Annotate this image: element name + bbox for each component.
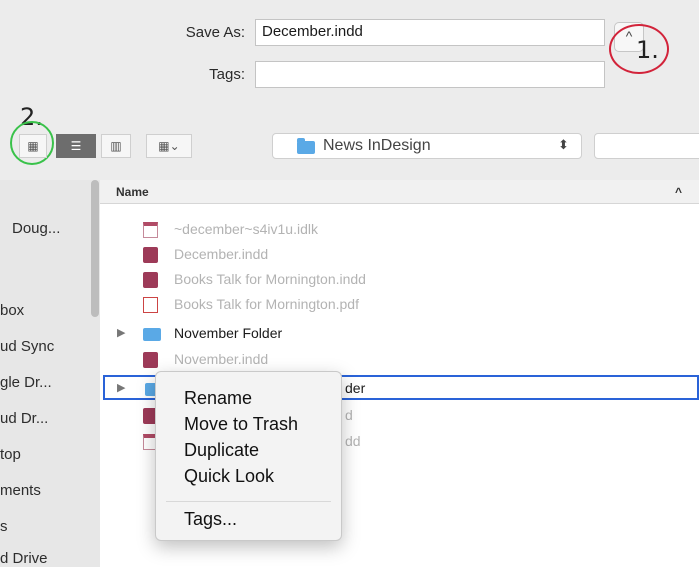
sidebar-item[interactable]: gle Dr... — [0, 374, 52, 391]
sidebar-item[interactable]: d Drive — [0, 550, 48, 567]
location-popup[interactable]: News InDesign ⬍ — [272, 133, 582, 159]
annotation-label-1: 1. — [636, 36, 659, 64]
indesign-file-icon — [143, 247, 158, 263]
menu-item-duplicate[interactable]: Duplicate — [184, 440, 259, 461]
sidebar-item[interactable]: top — [0, 446, 21, 463]
sort-chevron-icon: ^ — [675, 185, 683, 199]
icon-view-button[interactable]: ▦ — [19, 134, 47, 158]
sidebar-item[interactable]: s — [0, 518, 8, 535]
disclosure-triangle-icon[interactable]: ▶ — [117, 381, 125, 394]
list-icon: ☰ — [70, 139, 82, 153]
column-name-header: Name — [116, 185, 149, 199]
grid-icon: ▦ — [27, 139, 39, 153]
save-as-label: Save As: — [185, 24, 245, 41]
menu-item-move-to-trash[interactable]: Move to Trash — [184, 414, 298, 435]
list-item[interactable]: Books Talk for Mornington.pdf — [100, 293, 699, 317]
indesign-file-icon — [143, 352, 158, 368]
sidebar-scrollbar[interactable] — [91, 180, 99, 317]
filename-field[interactable]: December.indd — [255, 19, 605, 46]
sidebar-item[interactable]: ud Dr... — [0, 410, 48, 427]
list-item[interactable]: November.indd — [100, 348, 699, 372]
sidebar-item[interactable]: ments — [0, 482, 41, 499]
search-input[interactable] — [594, 133, 699, 159]
gallery-view-button[interactable]: ▦⌄ — [146, 134, 192, 158]
folder-icon — [297, 138, 315, 154]
sidebar-item[interactable]: box — [0, 302, 24, 319]
list-item[interactable]: Books Talk for Mornington.indd — [100, 268, 699, 292]
list-item[interactable]: ▶ November Folder — [100, 322, 699, 346]
disclosure-triangle-icon[interactable]: ▶ — [117, 326, 125, 339]
tags-field[interactable] — [255, 61, 605, 88]
tags-label: Tags: — [209, 66, 245, 83]
lock-file-icon — [143, 222, 158, 238]
folder-icon — [143, 328, 161, 341]
stepper-icon: ⬍ — [558, 137, 569, 152]
menu-item-tags[interactable]: Tags... — [184, 509, 237, 530]
list-view-button[interactable]: ☰ — [56, 134, 96, 158]
pdf-file-icon — [143, 297, 158, 313]
indesign-file-icon — [143, 272, 158, 288]
sidebar: Doug... box ud Sync gle Dr... ud Dr... t… — [0, 180, 100, 567]
sidebar-item[interactable]: ud Sync — [0, 338, 54, 355]
columns-icon: ▥ — [110, 139, 122, 153]
menu-item-rename[interactable]: Rename — [184, 388, 252, 409]
menu-item-quick-look[interactable]: Quick Look — [184, 466, 274, 487]
menu-separator — [166, 501, 331, 502]
context-menu: Rename Move to Trash Duplicate Quick Loo… — [155, 371, 342, 541]
list-item[interactable]: ~december~s4iv1u.idlk — [100, 218, 699, 242]
sidebar-item[interactable]: Doug... — [12, 220, 60, 237]
location-label: News InDesign — [323, 137, 431, 154]
list-item[interactable]: December.indd — [100, 243, 699, 267]
gallery-icon: ▦⌄ — [158, 139, 180, 153]
column-view-button[interactable]: ▥ — [101, 134, 131, 158]
list-header[interactable]: Name ^ — [100, 180, 699, 204]
